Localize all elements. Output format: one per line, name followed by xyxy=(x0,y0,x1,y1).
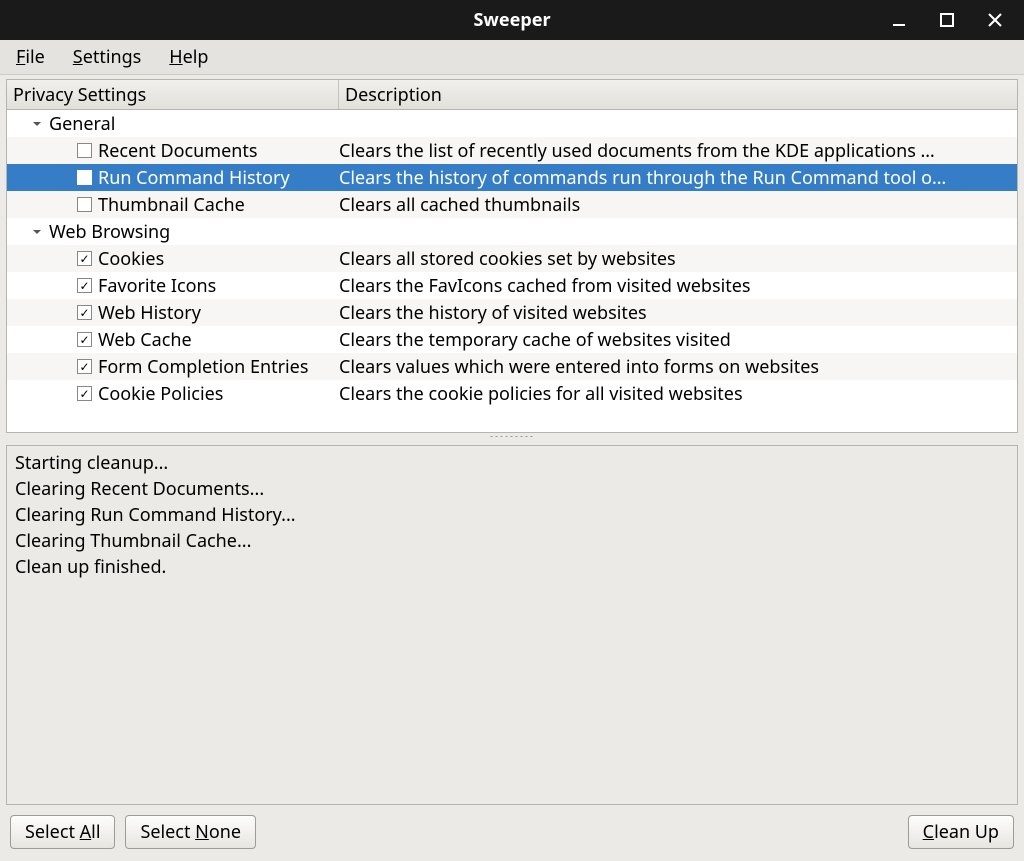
app-window: Sweeper File Settings Help Privacy Setti… xyxy=(0,0,1024,861)
group-label: General xyxy=(49,112,115,136)
item-description: Clears the cookie policies for all visit… xyxy=(339,382,1017,406)
item-label: Favorite Icons xyxy=(98,274,216,298)
item-checkbox[interactable] xyxy=(77,143,92,158)
main-content: Privacy Settings Description GeneralRece… xyxy=(0,75,1024,433)
item-checkbox[interactable] xyxy=(77,251,92,266)
item-checkbox[interactable] xyxy=(77,332,92,347)
log-line: Clearing Run Command History... xyxy=(15,502,1009,528)
item-description: Clears the history of visited websites xyxy=(339,301,1017,325)
minimize-icon xyxy=(891,12,907,28)
log-line: Starting cleanup... xyxy=(15,450,1009,476)
item-checkbox[interactable] xyxy=(77,197,92,212)
menubar: File Settings Help xyxy=(0,40,1024,76)
item-checkbox[interactable] xyxy=(77,359,92,374)
group-label: Web Browsing xyxy=(49,220,170,244)
item-description: Clears the list of recently used documen… xyxy=(339,139,1017,163)
item-label: Cookie Policies xyxy=(98,382,223,406)
item-label: Cookies xyxy=(98,247,164,271)
tree-item[interactable]: Form Completion Entries Clears values whi… xyxy=(7,353,1017,380)
item-description: Clears values which were entered into fo… xyxy=(339,355,1017,379)
log-line: Clean up finished. xyxy=(15,554,1009,580)
log-line: Clearing Recent Documents... xyxy=(15,476,1009,502)
menu-settings[interactable]: Settings xyxy=(67,41,148,73)
item-description: Clears the FavIcons cached from visited … xyxy=(339,274,1017,298)
item-label: Thumbnail Cache xyxy=(98,193,245,217)
select-none-button[interactable]: Select None xyxy=(125,815,256,849)
close-button[interactable] xyxy=(980,5,1010,35)
column-header-privacy[interactable]: Privacy Settings xyxy=(7,80,339,109)
select-all-button[interactable]: Select All xyxy=(10,815,115,849)
tree-group[interactable]: Web Browsing xyxy=(7,218,1017,245)
item-description: Clears the history of commands run throu… xyxy=(339,166,1017,190)
item-label: Run Command History xyxy=(98,166,290,190)
window-controls xyxy=(884,0,1016,40)
tree-header: Privacy Settings Description xyxy=(7,80,1017,110)
item-description: Clears the temporary cache of websites v… xyxy=(339,328,1017,352)
titlebar: Sweeper xyxy=(0,0,1024,40)
close-icon xyxy=(987,12,1003,28)
item-checkbox[interactable] xyxy=(77,170,92,185)
menu-file[interactable]: File xyxy=(10,41,51,73)
menu-help-rest: elp xyxy=(183,45,209,69)
clean-up-button[interactable]: Clean Up xyxy=(908,815,1014,849)
splitter-handle-icon xyxy=(489,435,535,438)
menu-file-rest: ile xyxy=(25,45,44,69)
tree-item[interactable]: Run Command History Clears the history of… xyxy=(7,164,1017,191)
item-label: Web Cache xyxy=(98,328,192,352)
item-checkbox[interactable] xyxy=(77,278,92,293)
log-output[interactable]: Starting cleanup...Clearing Recent Docum… xyxy=(6,445,1018,805)
menu-settings-rest: ettings xyxy=(83,45,142,69)
item-description: Clears all stored cookies set by website… xyxy=(339,247,1017,271)
item-label: Web History xyxy=(98,301,201,325)
tree-item[interactable]: Web Cache Clears the temporary cache of w… xyxy=(7,326,1017,353)
item-label: Form Completion Entries xyxy=(98,355,308,379)
window-title: Sweeper xyxy=(474,8,551,32)
pane-splitter[interactable] xyxy=(0,433,1024,439)
expander-icon[interactable] xyxy=(29,224,45,240)
log-line: Clearing Thumbnail Cache... xyxy=(15,528,1009,554)
minimize-button[interactable] xyxy=(884,5,914,35)
button-row: Select All Select None Clean Up xyxy=(0,805,1024,861)
settings-tree: Privacy Settings Description GeneralRece… xyxy=(6,79,1018,433)
expander-icon[interactable] xyxy=(29,116,45,132)
menu-help[interactable]: Help xyxy=(163,41,214,73)
column-header-description[interactable]: Description xyxy=(339,80,1017,109)
item-checkbox[interactable] xyxy=(77,305,92,320)
tree-item[interactable]: Cookie Policies Clears the cookie policie… xyxy=(7,380,1017,407)
tree-body[interactable]: General Recent Documents Clears the list o… xyxy=(7,110,1017,432)
tree-item[interactable]: Web History Clears the history of visited… xyxy=(7,299,1017,326)
item-label: Recent Documents xyxy=(98,139,257,163)
tree-item[interactable]: Recent Documents Clears the list of recen… xyxy=(7,137,1017,164)
item-description: Clears all cached thumbnails xyxy=(339,193,1017,217)
tree-item[interactable]: Cookies Clears all stored cookies set by … xyxy=(7,245,1017,272)
tree-group[interactable]: General xyxy=(7,110,1017,137)
tree-item[interactable]: Thumbnail Cache Clears all cached thumbna… xyxy=(7,191,1017,218)
item-checkbox[interactable] xyxy=(77,386,92,401)
maximize-icon xyxy=(939,12,955,28)
maximize-button[interactable] xyxy=(932,5,962,35)
tree-item[interactable]: Favorite Icons Clears the FavIcons cached… xyxy=(7,272,1017,299)
